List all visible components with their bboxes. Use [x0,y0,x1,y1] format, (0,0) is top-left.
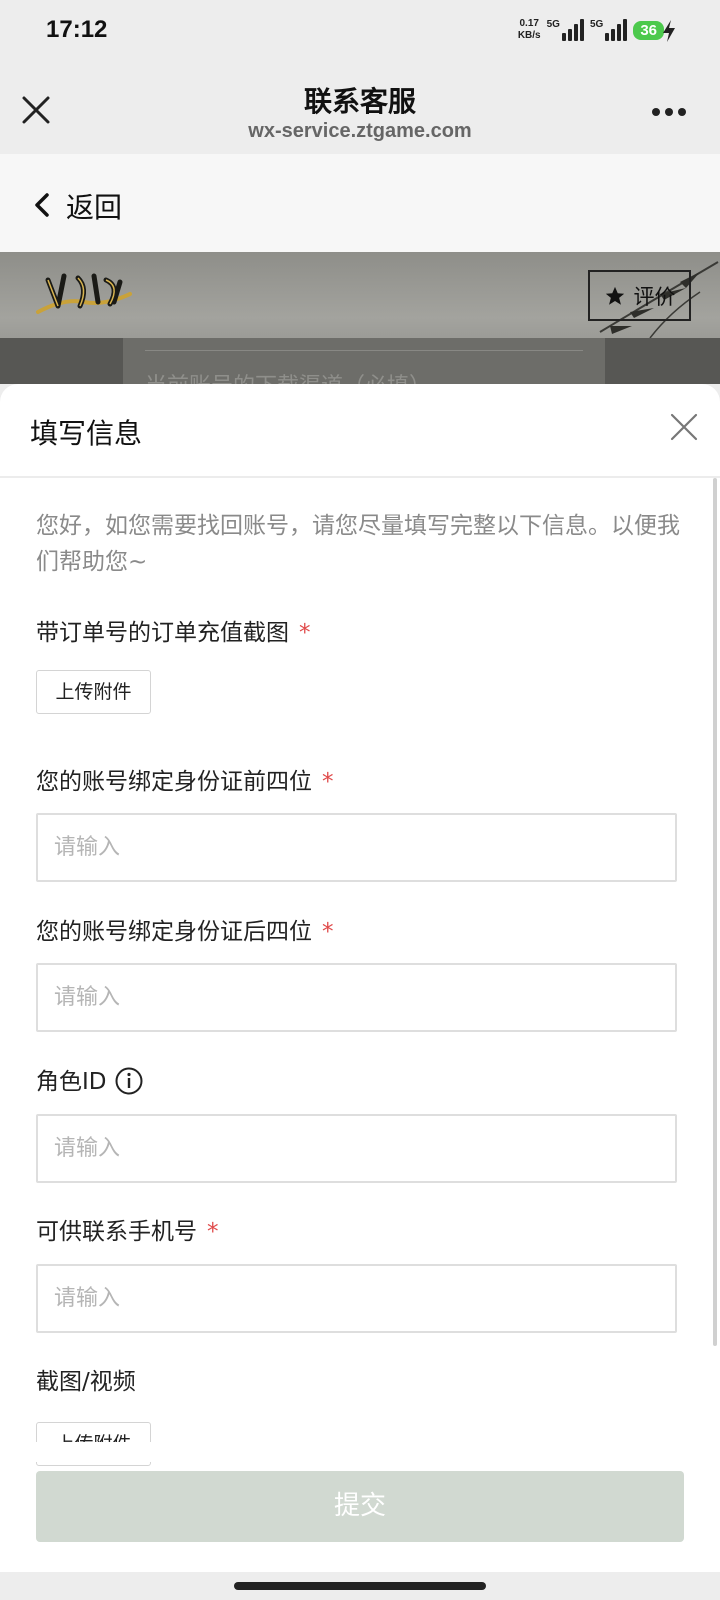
role-id-input[interactable] [36,1114,677,1183]
submit-button[interactable]: 提交 [36,1471,684,1542]
star-icon [605,286,624,305]
chevron-left-icon[interactable] [32,192,52,218]
rate-button-label: 评价 [633,284,676,309]
required-mark: * [322,919,334,945]
charging-bolt-icon [663,20,675,42]
rate-button[interactable]: 评价 [588,270,691,321]
home-indicator[interactable] [234,1582,486,1590]
field-label-text: 带订单号的订单充值截图 [36,620,289,646]
field-label-id-first-four: 您的账号绑定身份证前四位 * [36,762,334,796]
required-mark: * [207,1219,219,1245]
signal-1: 5G [547,19,584,41]
form-intro-text: 您好，如您需要找回账号，请您尽量填写完整以下信息。以便我们帮助您~ [36,513,680,575]
signal-2: 5G [589,19,628,41]
signal-bars-icon [561,19,584,41]
network-speed-value: 0.17 [519,18,539,29]
id-last-four-input[interactable] [36,963,677,1032]
scroll-clip [0,1442,720,1462]
status-bar: 17:12 0.17 KB/s 5G 5G 36 [0,0,720,62]
upload-attachment-button[interactable]: 上传附件 [36,670,151,714]
divider [0,476,720,478]
scrollbar[interactable] [713,478,717,1346]
field-label-text: 可供联系手机号 [36,1219,197,1245]
field-label-role-id: 角色ID [36,1062,143,1096]
game-logo [36,273,132,314]
field-label-id-last-four: 您的账号绑定身份证后四位 * [36,912,334,946]
phone-input[interactable] [36,1264,677,1333]
more-options-icon[interactable] [652,108,686,116]
id-first-four-input[interactable] [36,813,677,882]
field-label-text: 角色ID [36,1069,107,1095]
signal-1-tag: 5G [546,19,560,30]
page-url: wx-service.ztgame.com [248,120,472,142]
field-label-text: 截图/视频 [36,1369,136,1395]
required-mark: * [299,620,311,646]
network-speed-unit: KB/s [517,30,541,41]
page-title: 联系客服 [303,85,416,118]
status-time: 17:12 [46,16,108,43]
required-mark: * [322,769,334,795]
close-icon[interactable] [670,413,698,441]
divider [145,350,583,351]
field-label-phone: 可供联系手机号 * [36,1212,219,1246]
field-label-order-screenshot: 带订单号的订单充值截图 * [36,613,311,647]
field-label-text: 您的账号绑定身份证前四位 [36,769,312,795]
network-speed: 0.17 KB/s [518,18,541,42]
info-icon[interactable] [115,1067,143,1095]
field-label-screenshot-video: 截图/视频 [36,1362,136,1396]
field-label-text: 您的账号绑定身份证后四位 [36,919,312,945]
battery-icon: 36 [633,20,664,40]
back-button[interactable]: 返回 [66,186,122,226]
status-indicators: 0.17 KB/s 5G 5G 36 [518,14,664,46]
sheet-title: 填写信息 [30,417,143,450]
signal-2-tag: 5G [589,19,604,30]
signal-bars-icon [605,19,628,41]
